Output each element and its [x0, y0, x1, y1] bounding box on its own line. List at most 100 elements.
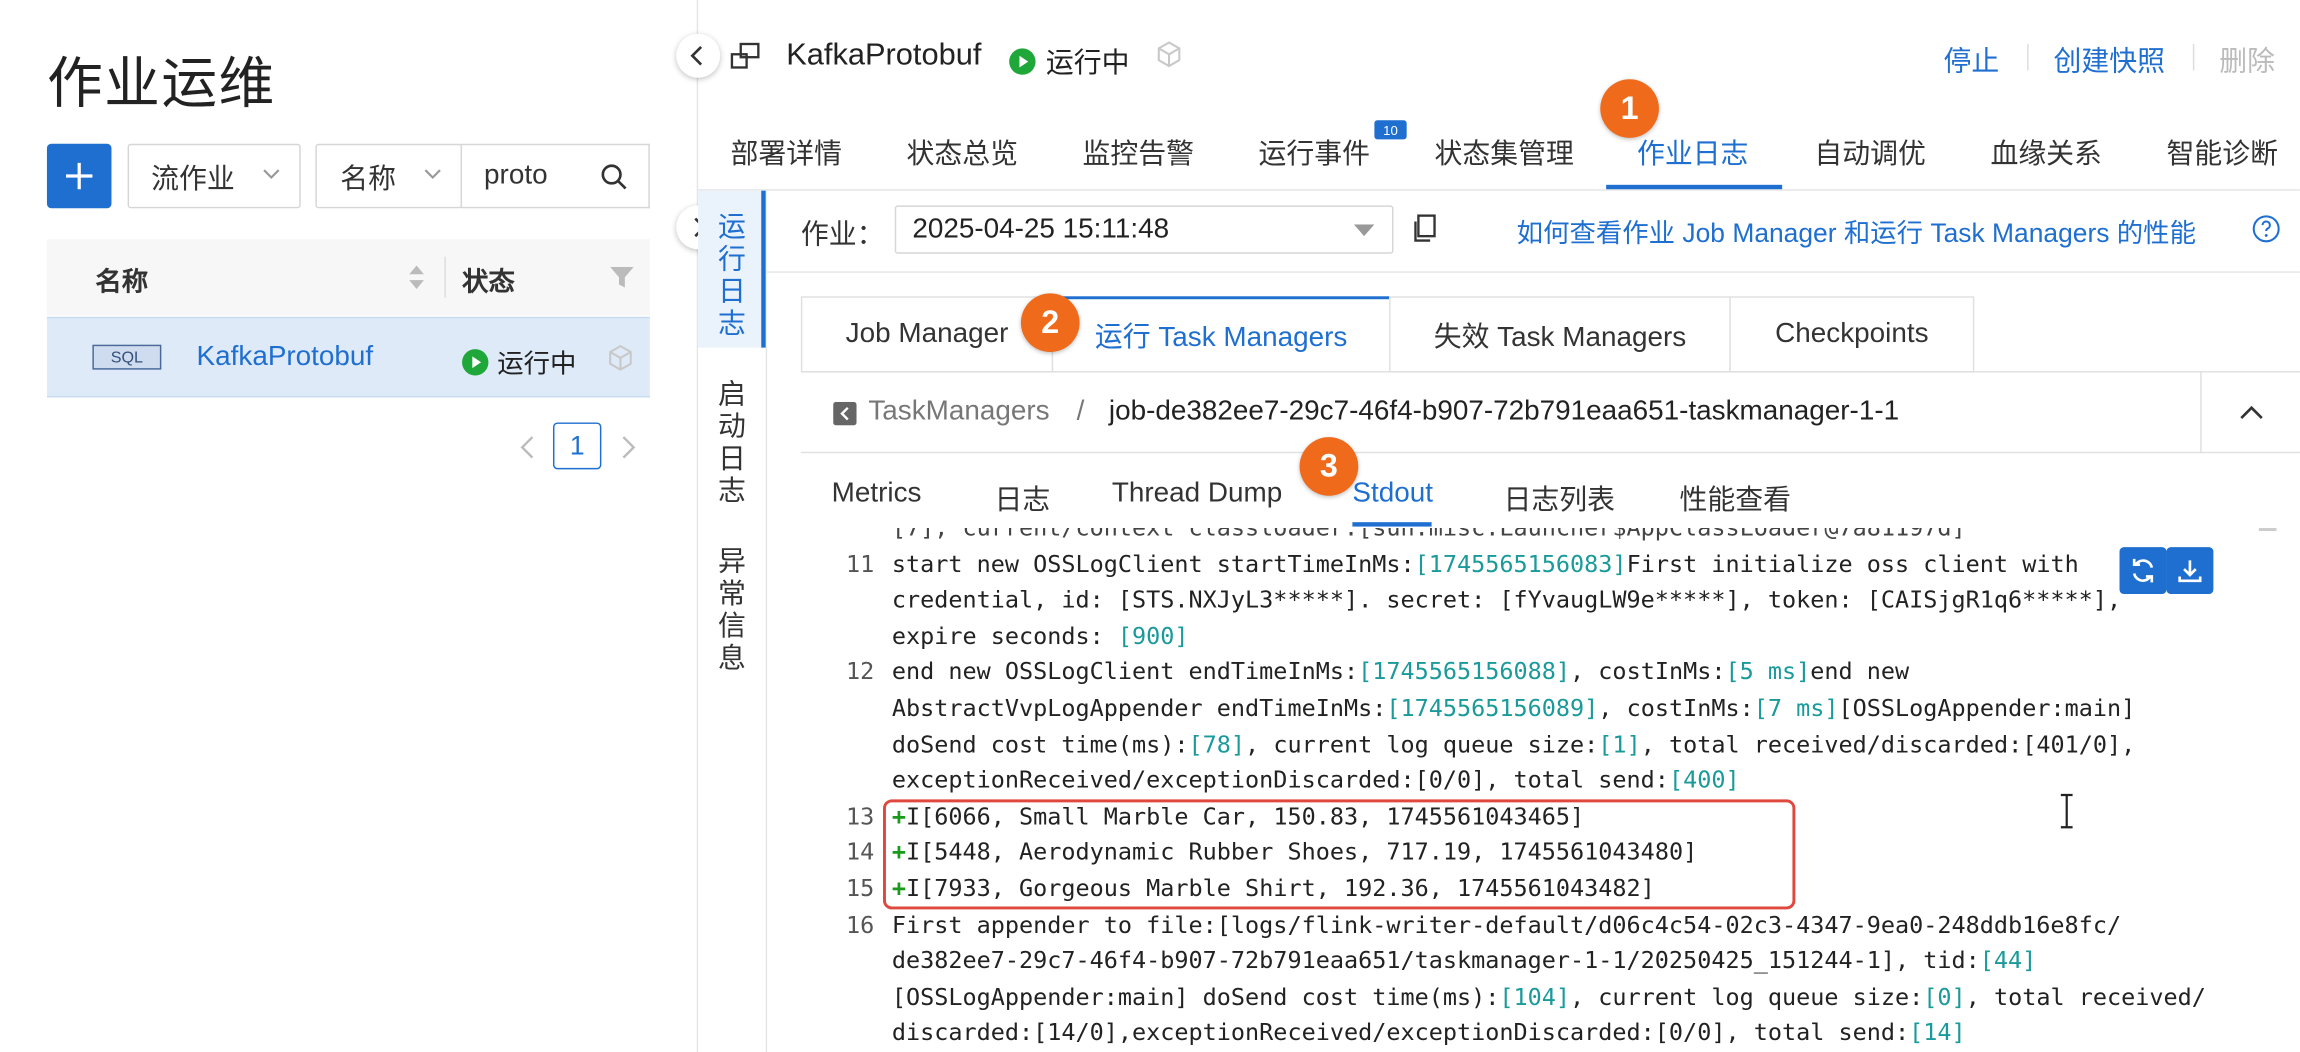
job-run-select[interactable]: 2025-04-25 15:11:48 [894, 205, 1394, 254]
add-job-button[interactable] [46, 143, 112, 209]
refresh-button[interactable] [2119, 547, 2167, 595]
log-line: discarded:[14/0],exceptionReceived/excep… [892, 1019, 1966, 1047]
next-page-icon[interactable] [618, 434, 639, 460]
performance-help-link[interactable]: 如何查看作业 Job Manager 和运行 Task Managers 的性能 [1517, 213, 2196, 251]
log-line: start new OSSLogClient startTimeInMs:[17… [892, 549, 2079, 577]
tab-log[interactable]: 日志 [994, 478, 1050, 518]
cube-icon [1157, 41, 1181, 68]
search-value: proto [484, 159, 548, 191]
log-value: [14] [1909, 1018, 1966, 1047]
job-name-link[interactable]: KafkaProtobuf [197, 342, 374, 374]
side-tab-run-logs[interactable]: 运行日志 [711, 213, 752, 342]
filter-icon[interactable] [610, 266, 634, 288]
breadcrumb: TaskManagers / job-de382ee7-29c7-46f4-b9… [800, 371, 2300, 454]
breadcrumb-current: job-de382ee7-29c7-46f4-b907-72b791eaa651… [1108, 396, 1900, 427]
scrollbar[interactable] [2258, 528, 2277, 531]
log-text: expire seconds: [891, 621, 1118, 650]
delete-button[interactable]: 删除 [2219, 40, 2275, 80]
log-line: expire seconds: [900] [892, 622, 1189, 650]
log-line: [OSSLogAppender:main] doSend cost time(m… [892, 982, 2206, 1010]
side-tab-exceptions[interactable]: 异常信息 [711, 547, 752, 676]
tab-job-logs[interactable]: 作业日志 [1637, 132, 1748, 172]
stdout-log-viewer[interactable]: [7], current/context classloader:[sun.mi… [801, 528, 2253, 1052]
tab-run-events[interactable]: 运行事件 [1259, 132, 1370, 172]
log-text: , current log queue size: [1570, 982, 1924, 1011]
log-text: [OSSLogAppender:main] [1838, 693, 2136, 722]
subtab-checkpoints[interactable]: Checkpoints [1729, 296, 1975, 373]
subtab-job-manager[interactable]: Job Manager [800, 296, 1054, 373]
job-title: KafkaProtobuf [786, 38, 982, 72]
stop-button[interactable]: 停止 [1944, 40, 2000, 80]
sort-icon[interactable] [408, 263, 426, 292]
job-label: 作业： [800, 220, 885, 251]
line-number: 13 [845, 802, 875, 830]
collapse-detail-button[interactable] [2200, 371, 2300, 454]
log-line: AbstractVvpLogAppender endTimeInMs:[1745… [892, 694, 2135, 722]
log-value: [1] [1598, 729, 1641, 758]
log-value: [5 ms] [1725, 657, 1811, 686]
log-text: First initialize oss client with [1626, 549, 2079, 578]
tab-state-management[interactable]: 状态集管理 [1435, 132, 1574, 172]
tab-metrics[interactable]: Metrics [832, 478, 922, 510]
breadcrumb-root[interactable]: TaskManagers [868, 396, 1049, 428]
log-text: , total received/ [1965, 982, 2206, 1011]
tab-stdout[interactable]: Stdout [1352, 478, 1433, 510]
sql-tag: SQL [92, 344, 162, 370]
tab-auto-tuning[interactable]: 自动调优 [1814, 132, 1925, 172]
highlight-box [883, 799, 1796, 910]
log-text: exceptionReceived/exceptionDiscarded:[0/… [891, 765, 1669, 794]
tab-deploy-details[interactable]: 部署详情 [730, 132, 841, 172]
caret-down-icon [1353, 224, 1375, 237]
log-line: exceptionReceived/exceptionDiscarded:[0/… [892, 766, 1740, 794]
chevron-down-icon [424, 169, 441, 180]
job-type-icon [730, 42, 760, 69]
chevron-left-icon [690, 46, 703, 66]
active-tab-indicator [1606, 184, 1783, 190]
log-text: , current log queue size: [1245, 729, 1599, 758]
search-input[interactable]: proto [460, 143, 650, 209]
log-text: , costInMs: [1598, 693, 1754, 722]
job-status: 运行中 [462, 343, 576, 381]
log-line: de382ee7-29c7-46f4-b907-72b791eaa651/tas… [892, 946, 2036, 974]
tab-status-overview[interactable]: 状态总览 [906, 132, 1017, 172]
log-value: [7 ms] [1753, 693, 1839, 722]
search-icon[interactable] [600, 163, 628, 191]
download-icon [2178, 560, 2202, 583]
page-number[interactable]: 1 [552, 422, 602, 470]
job-status-header: 运行中 [1009, 41, 1129, 81]
job-type-value: 流作业 [151, 163, 235, 195]
collapse-left-button[interactable] [676, 33, 721, 78]
subtab-running-task-managers[interactable]: 运行 Task Managers [1051, 296, 1391, 373]
tab-lineage[interactable]: 血缘关系 [1990, 132, 2101, 172]
tab-thread-dump[interactable]: Thread Dump [1112, 478, 1282, 510]
tab-log-list[interactable]: 日志列表 [1503, 478, 1614, 518]
help-icon[interactable] [2252, 214, 2281, 243]
running-icon [1009, 47, 1036, 75]
chevron-down-icon [263, 169, 280, 180]
tab-performance[interactable]: 性能查看 [1679, 478, 1790, 518]
copy-icon[interactable] [1411, 214, 1437, 243]
log-line: credential, id: [STS.NXJyL3*****]. secre… [892, 586, 2121, 614]
log-text: start new OSSLogClient startTimeInMs: [891, 549, 1415, 578]
log-value: [900] [1117, 621, 1189, 650]
side-tab-startup-logs[interactable]: 启动日志 [711, 380, 752, 509]
tab-monitoring-alerts[interactable]: 监控告警 [1082, 132, 1193, 172]
download-button[interactable] [2166, 547, 2214, 595]
job-type-select[interactable]: 流作业 [127, 143, 301, 209]
refresh-icon [2132, 558, 2154, 583]
events-count-badge: 10 [1374, 120, 1407, 140]
active-inner-tab-indicator [1352, 522, 1432, 527]
create-snapshot-button[interactable]: 创建快照 [2054, 40, 2165, 80]
job-status-text: 运行中 [497, 349, 577, 379]
subtab-failed-task-managers[interactable]: 失效 Task Managers [1389, 296, 1731, 373]
log-text: discarded:[14/0],exceptionReceived/excep… [891, 1018, 1910, 1047]
line-number: 11 [845, 549, 875, 578]
log-line: end new OSSLogClient endTimeInMs:[174556… [892, 658, 1909, 686]
callout-3: 3 [1299, 437, 1359, 496]
prev-page-icon[interactable] [518, 434, 539, 460]
table-row[interactable]: SQL KafkaProtobuf 运行中 [46, 316, 650, 398]
tab-diagnosis[interactable]: 智能诊断 [2166, 132, 2277, 172]
back-icon[interactable] [833, 401, 857, 426]
log-text: doSend cost time(ms): [891, 729, 1189, 758]
search-field-select[interactable]: 名称 [315, 143, 463, 209]
